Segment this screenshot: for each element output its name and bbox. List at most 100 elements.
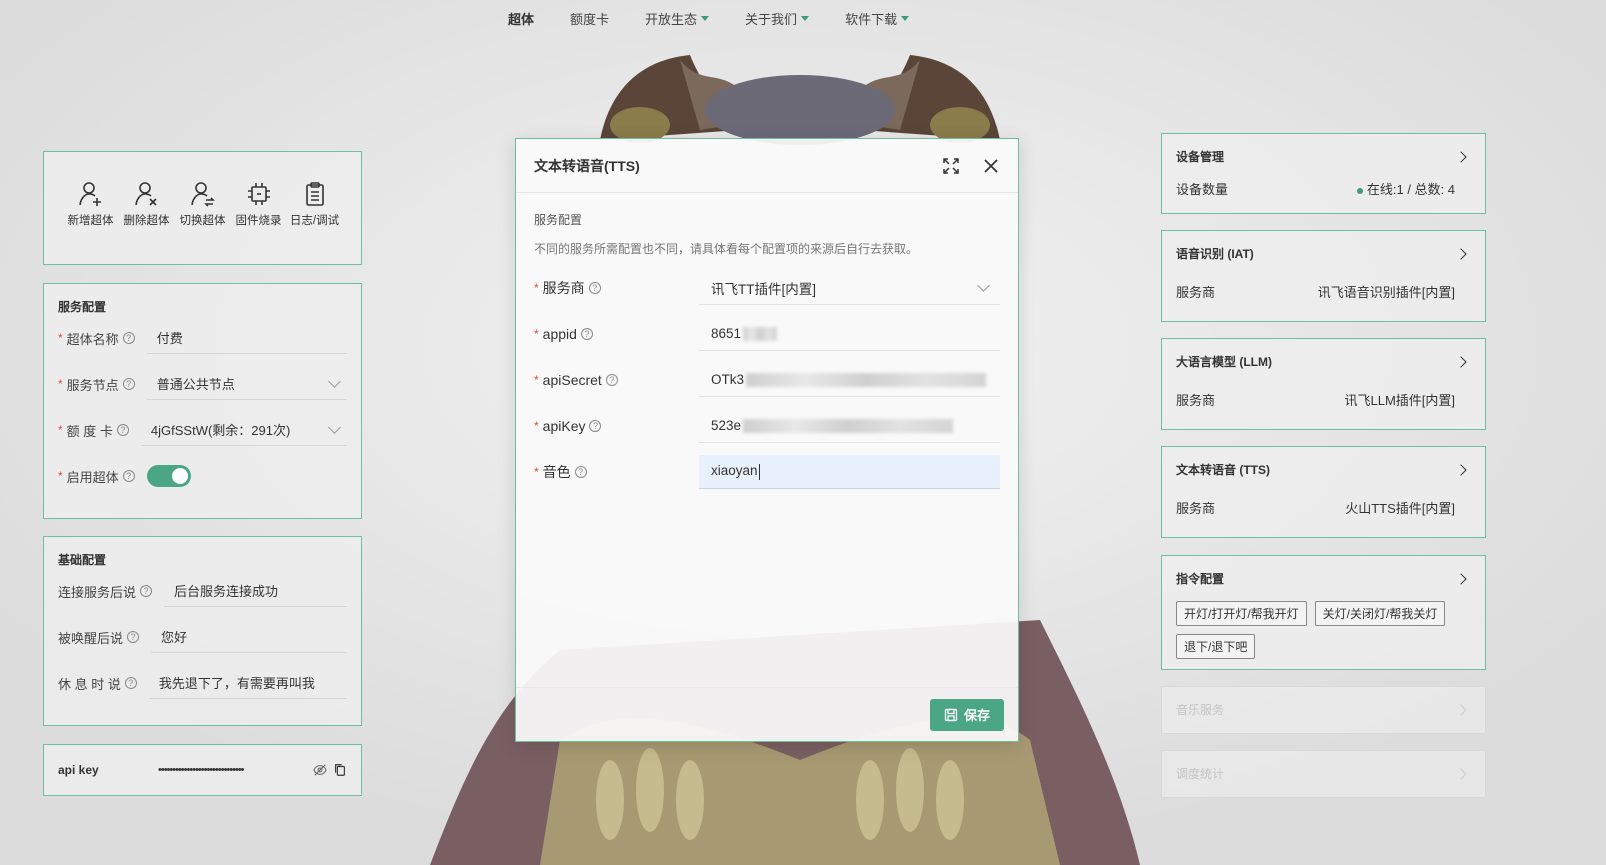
close-icon[interactable] [982,157,1000,175]
eye-off-icon[interactable] [313,763,327,777]
agent-name-input[interactable]: 付费 [146,322,347,354]
quota-card-select[interactable]: 4jGfSStW(剩余：291次) [140,414,347,446]
voice-value: xiaoyan [711,463,758,479]
voice-input[interactable]: xiaoyan [699,455,1000,489]
help-icon[interactable]: ? [127,631,140,643]
user-remove-icon [134,182,157,206]
dialog-body: 服务配置 不同的服务所需配置也不同，请具体看每个配置项的来源后自行去获取。 * 服… [516,193,1018,513]
music-service-card[interactable]: 音乐服务 [1161,686,1486,734]
command-tag[interactable]: 关灯/关闭灯/帮我关灯 [1314,601,1446,626]
maximize-icon[interactable] [942,157,960,175]
command-tag[interactable]: 开灯/打开灯/帮我开灯 [1176,601,1307,626]
help-icon[interactable]: ? [116,424,129,436]
top-navigation: 超体 额度卡 开放生态 关于我们 软件下载 [0,0,1606,38]
service-node-label: * 服务节点? [58,375,135,394]
nav-list: 超体 额度卡 开放生态 关于我们 软件下载 [508,9,910,28]
service-node-select[interactable]: 普通公共节点 [146,368,347,400]
help-icon[interactable]: ? [122,470,135,482]
service-node-label-text: 服务节点 [66,377,119,393]
nav-item[interactable]: 超体 [508,9,534,28]
help-icon[interactable]: ? [588,282,601,294]
dialog-footer: 保存 [516,687,1018,741]
connect-speech-label-text: 连接服务后说 [58,584,137,600]
appid-value-wrap: 8651 [711,325,778,342]
chevron-right-icon[interactable] [1455,150,1467,163]
device-status-text: 在线:1 / 总数: 4 [1366,182,1455,197]
help-icon[interactable]: ? [574,466,587,478]
card-title: 调度统计 [1176,767,1225,781]
save-button-label: 保存 [963,708,990,723]
enable-agent-toggle[interactable] [146,465,191,487]
chevron-right-icon[interactable] [1455,463,1467,476]
provider-value: 讯飞LLM插件[内置] [1344,393,1455,408]
nav-item[interactable]: 关于我们 [745,9,810,28]
nav-item[interactable]: 开放生态 [645,9,710,28]
iat-provider-row: 服务商 讯飞语音识别插件[内置] [1176,282,1471,301]
appid-input[interactable]: 8651 [699,317,1000,351]
save-button[interactable]: 保存 [929,698,1004,731]
required-mark: * [534,419,539,433]
help-icon[interactable]: ? [122,332,135,344]
wake-speech-input[interactable]: 您好 [151,621,347,653]
card-title: 语音识别 (IAT) [1176,247,1254,261]
chevron-right-icon[interactable] [1455,572,1467,585]
required-mark: * [534,465,539,479]
nav-item[interactable]: 软件下载 [845,9,910,28]
command-config-card[interactable]: 指令配置 开灯/打开灯/帮我开灯 关灯/关闭灯/帮我关灯 退下/退下吧 [1161,555,1486,670]
wake-speech-label: 被唤醒后说? [58,628,140,647]
rest-speech-label: 休 息 时 说? [58,674,137,693]
log-debug-button[interactable]: 日志/调试 [289,180,341,228]
api-secret-input[interactable]: OTk3 [699,363,1000,397]
service-node-value: 普通公共节点 [156,377,235,392]
help-icon[interactable]: ? [580,328,593,340]
rest-speech-input[interactable]: 我先退下了，有需要再叫我 [148,667,347,699]
enable-agent-label-text: 启用超体 [66,469,119,485]
nav-item[interactable]: 额度卡 [570,9,609,28]
connect-speech-label: 连接服务后说? [58,582,153,601]
appid-label-text: appid [542,326,577,342]
tts-card[interactable]: 文本转语音 (TTS) 服务商 火山TTS插件[内置] [1161,446,1486,538]
chevron-right-icon[interactable] [1455,355,1467,368]
action-label: 固件烧录 [235,215,282,227]
action-toolbar: 新增超体 删除超体 切换超体 固件烧录 日志/调试 [43,151,362,265]
help-icon[interactable]: ? [589,420,602,432]
user-plus-icon [78,182,101,206]
appid-value: 8651 [711,325,742,341]
add-agent-button[interactable]: 新增超体 [65,180,117,228]
chevron-right-icon[interactable] [1455,767,1467,780]
help-icon[interactable]: ? [122,378,135,390]
chevron-right-icon[interactable] [1455,703,1467,716]
api-key-label: api key [58,763,99,777]
quota-card-row: * 额 度 卡? 4jGfSStW(剩余：291次) [58,407,347,453]
voice-row: * 音色? xiaoyan [534,449,1000,495]
dispatch-stats-card[interactable]: 调度统计 [1161,750,1486,798]
help-icon[interactable]: ? [140,585,153,597]
copy-icon[interactable] [333,763,347,777]
device-management-card[interactable]: 设备管理 设备数量 在线:1 / 总数: 4 [1161,133,1486,214]
api-secret-value-wrap: OTk3 [711,372,987,388]
provider-label-text: 服务商 [542,280,585,296]
api-key-input[interactable]: 523e [699,409,1000,443]
llm-card[interactable]: 大语言模型 (LLM) 服务商 讯飞LLM插件[内置] [1161,338,1486,430]
required-mark: * [534,327,539,341]
card-title: 大语言模型 (LLM) [1176,355,1272,369]
help-icon[interactable]: ? [124,677,137,689]
switch-agent-button[interactable]: 切换超体 [177,180,229,228]
service-config-panel: 服务配置 * 超体名称? 付费 * 服务节点? 普通公共节点 * 额 度 卡? 4jG… [43,283,362,519]
card-header: 设备管理 [1176,148,1471,165]
command-tag[interactable]: 退下/退下吧 [1176,634,1256,659]
api-secret-label-text: apiSecret [542,372,602,388]
connect-speech-input[interactable]: 后台服务连接成功 [164,575,347,607]
wake-speech-label-text: 被唤醒后说 [58,630,124,646]
speech-recognition-card[interactable]: 语音识别 (IAT) 服务商 讯飞语音识别插件[内置] [1161,230,1486,322]
delete-agent-button[interactable]: 删除超体 [121,180,173,228]
save-icon [944,708,958,721]
provider-select[interactable]: 讯飞TT插件[内置] [699,271,1000,305]
api-key-row: * apiKey? 523e [534,403,1000,449]
help-icon[interactable]: ? [605,374,618,386]
firmware-flash-button[interactable]: 固件烧录 [233,180,285,228]
text-cursor [758,463,760,480]
caret-down-icon [901,16,910,21]
chevron-right-icon[interactable] [1455,247,1467,260]
rest-speech-label-text: 休 息 时 说 [58,676,121,692]
